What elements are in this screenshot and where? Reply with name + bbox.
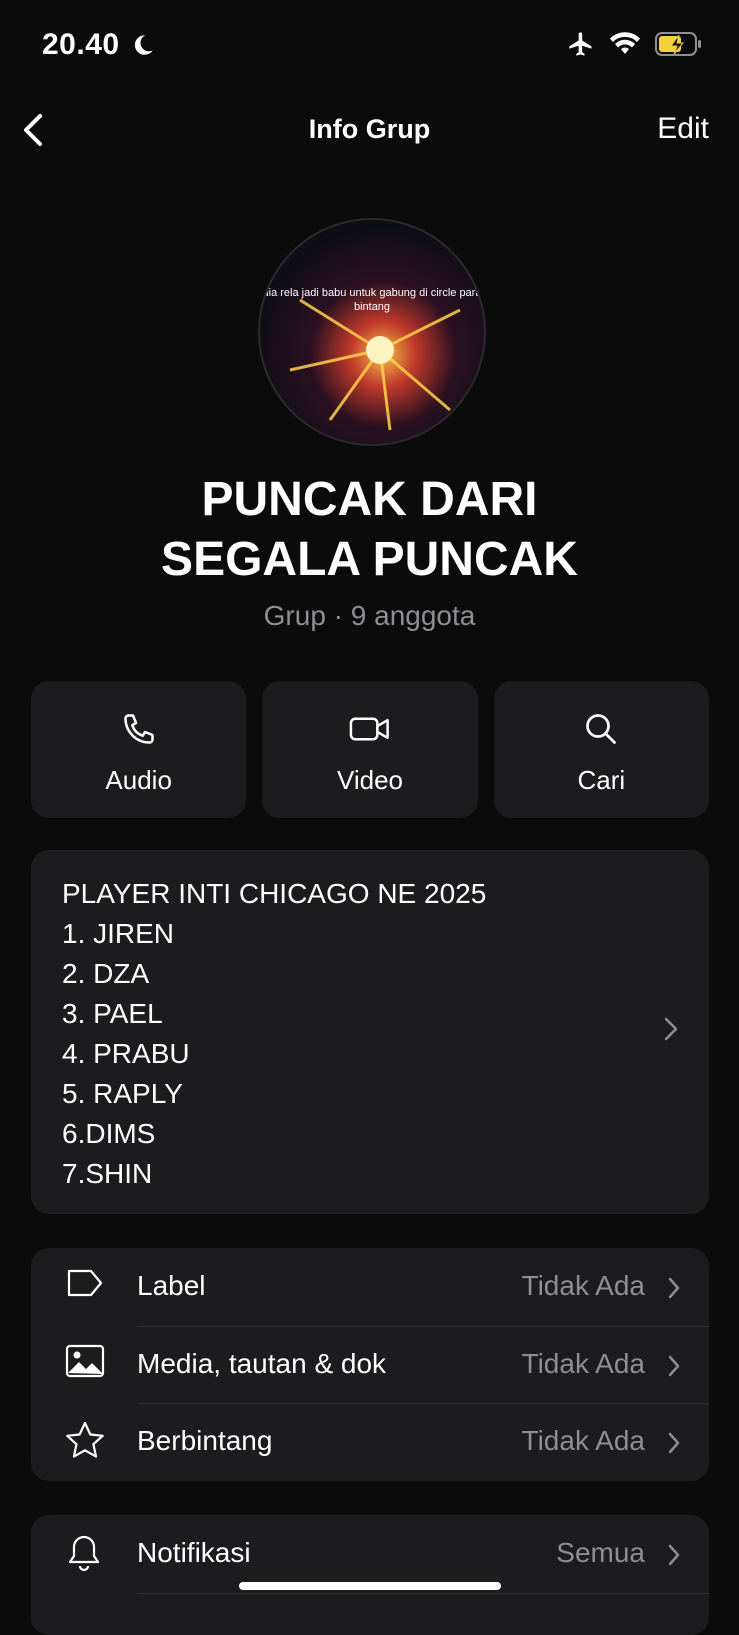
group-subtitle: Grup · 9 anggota [263,600,476,631]
notification-row[interactable]: Notifikasi Semua [31,1515,709,1591]
chevron-right-icon [668,1544,680,1566]
status-icons [567,30,703,58]
info-list: Label Tidak Ada Media, tautan & dok Tida… [31,1248,709,1481]
video-icon [349,717,389,741]
home-indicator[interactable] [239,1582,501,1590]
video-button[interactable]: Video [262,681,478,818]
row-label: Label [137,1270,206,1301]
row-label: Media, tautan & dok [137,1348,387,1379]
phone-icon [123,714,154,744]
group-name: PUNCAK DARI SEGALA PUNCAK [0,470,739,590]
edit-button[interactable]: Edit [657,112,709,146]
chevron-right-icon [668,1355,680,1377]
starred-row[interactable]: Berbintang Tidak Ada [31,1403,709,1479]
search-button[interactable]: Cari [493,681,709,818]
row-label: Berbintang [137,1425,273,1456]
nav-bar: Info Grup Edit [0,100,739,164]
row-value: Semua [556,1537,645,1568]
wifi-icon [610,32,640,54]
description-line: 2. DZA [62,958,150,989]
description-line: 1. JIREN [62,918,175,949]
row-value: Tidak Ada [521,1348,645,1379]
label-icon [67,1269,103,1297]
avatar-burst-graphic [289,298,461,431]
group-description[interactable]: PLAYER INTI CHICAGO NE 2025 1. JIREN 2. … [31,850,709,1214]
row-label: Notifikasi [137,1537,251,1568]
description-line: 7.SHIN [62,1158,153,1189]
status-time: 20.40 [42,28,120,61]
media-icon [65,1344,105,1378]
video-label: Video [336,765,403,795]
description-text: PLAYER INTI CHICAGO NE 2025 1. JIREN 2. … [62,874,486,1194]
battery-icon [655,32,701,56]
row-value: Tidak Ada [521,1425,645,1456]
star-icon [66,1421,104,1458]
page-title: Info Grup [308,114,431,144]
description-line: 3. PAEL [62,998,163,1029]
description-line: 4. PRABU [62,1038,190,1069]
description-line: 6.DIMS [62,1118,156,1149]
audio-button[interactable]: Audio [31,681,247,818]
action-buttons: Audio Video Cari [31,681,709,818]
row-value: Tidak Ada [521,1270,645,1301]
chevron-right-icon [668,1432,680,1454]
search-icon [586,714,617,744]
chevron-right-icon [664,1017,678,1041]
airplane-icon [569,32,592,56]
bell-icon [68,1535,100,1572]
description-line: PLAYER INTI CHICAGO NE 2025 [62,878,487,909]
divider [137,1593,709,1594]
status-bar: 20.40 [0,0,739,95]
group-avatar[interactable]: dia rela jadi babu untuk gabung di circl… [258,218,486,446]
group-name-line1: PUNCAK DARI [201,473,538,526]
moon-icon [134,35,153,55]
notification-section: Notifikasi Semua [31,1515,709,1635]
label-row[interactable]: Label Tidak Ada [31,1248,709,1324]
group-name-line2: SEGALA PUNCAK [161,533,578,586]
search-label: Cari [577,765,626,795]
chevron-right-icon [668,1277,680,1299]
description-line: 5. RAPLY [62,1078,183,1109]
media-row[interactable]: Media, tautan & dok Tidak Ada [31,1326,709,1402]
audio-label: Audio [105,765,172,795]
